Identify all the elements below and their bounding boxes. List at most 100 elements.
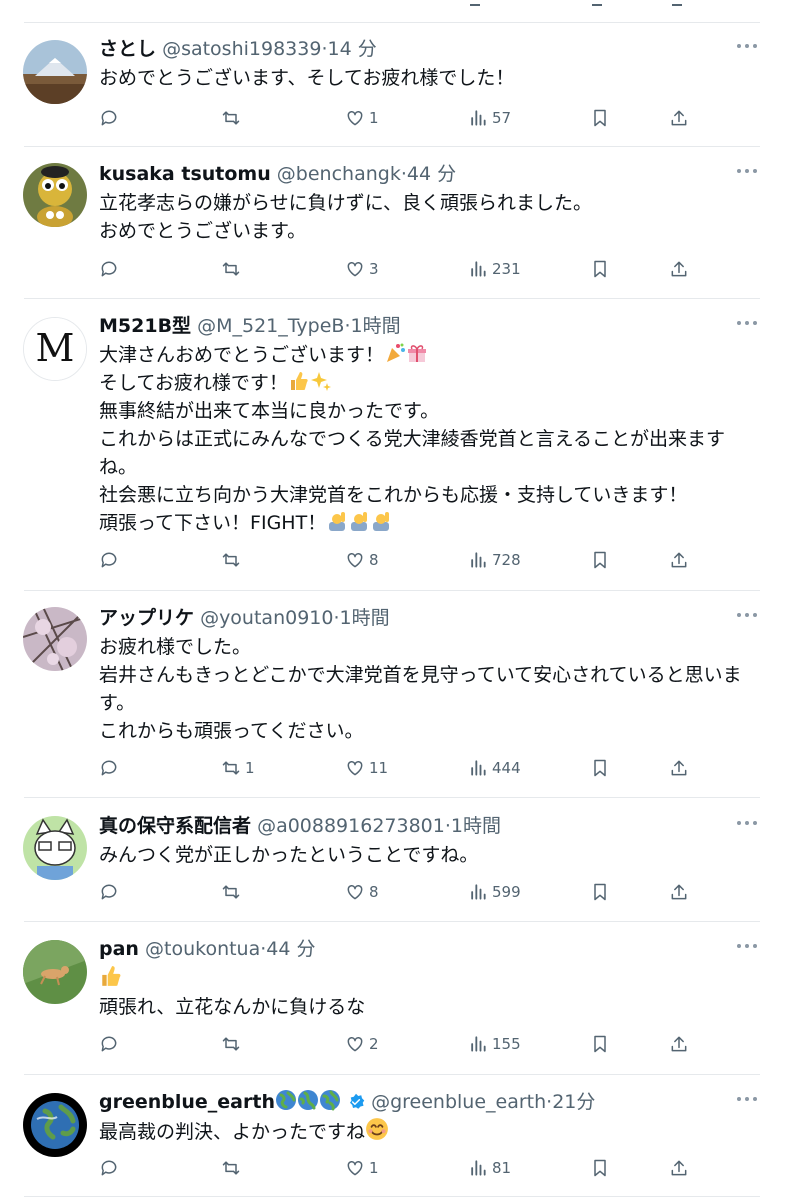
retweet-button[interactable] bbox=[221, 1156, 241, 1180]
display-name[interactable]: アップリケ bbox=[99, 607, 194, 629]
share-button[interactable] bbox=[669, 880, 689, 904]
avatar[interactable]: M bbox=[23, 317, 87, 381]
heart-icon bbox=[347, 110, 363, 126]
bookmark-button[interactable] bbox=[590, 880, 610, 904]
tweet-line-text: 大津さんおめでとうございます！ bbox=[99, 344, 385, 366]
retweet-button[interactable] bbox=[221, 106, 241, 130]
reply-button[interactable] bbox=[99, 257, 119, 281]
more-icon[interactable] bbox=[737, 821, 759, 827]
views-button[interactable]: 231 bbox=[468, 257, 521, 281]
share-button[interactable] bbox=[669, 548, 689, 572]
globe-emoji bbox=[275, 1090, 296, 1110]
raising-hand-emoji bbox=[329, 512, 346, 531]
reply-button[interactable] bbox=[99, 106, 119, 130]
bookmark-icon bbox=[594, 759, 606, 777]
retweet-button[interactable]: 1 bbox=[221, 756, 255, 780]
bookmark-button[interactable] bbox=[590, 106, 610, 130]
timestamp[interactable]: 1時間 bbox=[451, 815, 501, 837]
more-icon[interactable] bbox=[737, 321, 759, 327]
views-button[interactable]: 444 bbox=[468, 756, 521, 780]
like-button[interactable]: 1 bbox=[345, 106, 379, 130]
share-button[interactable] bbox=[669, 1156, 689, 1180]
avatar[interactable] bbox=[23, 40, 87, 104]
reply-button[interactable] bbox=[99, 880, 119, 904]
display-name[interactable]: kusaka tsutomu bbox=[99, 163, 271, 185]
timestamp[interactable]: 21分 bbox=[552, 1091, 595, 1113]
user-handle[interactable]: @M_521_TypeB bbox=[197, 315, 344, 337]
views-button[interactable]: 81 bbox=[468, 1156, 511, 1180]
more-icon[interactable] bbox=[737, 44, 759, 50]
reply-button[interactable] bbox=[99, 1156, 119, 1180]
like-button[interactable]: 11 bbox=[345, 756, 388, 780]
bookmark-button[interactable] bbox=[590, 1156, 610, 1180]
user-handle[interactable]: @satoshi198339 bbox=[162, 38, 321, 60]
user-handle[interactable]: @youtan0910 bbox=[200, 607, 333, 629]
timestamp[interactable]: 44 分 bbox=[266, 938, 315, 960]
divider bbox=[24, 590, 760, 591]
reply-button[interactable] bbox=[99, 756, 119, 780]
views-button[interactable]: 57 bbox=[468, 106, 511, 130]
share-button[interactable] bbox=[669, 1032, 689, 1056]
avatar[interactable] bbox=[23, 940, 87, 1004]
retweet-icon bbox=[222, 1037, 240, 1051]
reply-button[interactable] bbox=[99, 1032, 119, 1056]
share-button[interactable] bbox=[669, 257, 689, 281]
bookmark-button[interactable] bbox=[590, 1032, 610, 1056]
more-icon[interactable] bbox=[737, 944, 759, 950]
retweet-button[interactable] bbox=[221, 548, 241, 572]
more-icon[interactable] bbox=[737, 1097, 759, 1103]
like-button[interactable]: 1 bbox=[345, 1156, 379, 1180]
user-handle[interactable]: @greenblue_earth bbox=[371, 1091, 546, 1113]
timestamp[interactable]: 14 分 bbox=[327, 38, 376, 60]
like-button[interactable]: 3 bbox=[345, 257, 379, 281]
reply-icon bbox=[101, 1160, 117, 1176]
share-button[interactable] bbox=[669, 106, 689, 130]
tweet-line: そしてお疲れ様です！ bbox=[99, 369, 769, 397]
divider bbox=[24, 797, 760, 798]
like-count: 1 bbox=[369, 109, 379, 127]
bookmark-icon bbox=[594, 551, 606, 569]
bookmark-button[interactable] bbox=[590, 756, 610, 780]
share-button[interactable] bbox=[669, 756, 689, 780]
like-button[interactable]: 8 bbox=[345, 880, 379, 904]
reply-icon bbox=[101, 760, 117, 776]
like-button[interactable]: 8 bbox=[345, 548, 379, 572]
retweet-button[interactable] bbox=[221, 1032, 241, 1056]
user-handle[interactable]: @benchangk bbox=[277, 163, 401, 185]
like-count: 2 bbox=[369, 1035, 379, 1053]
avatar[interactable] bbox=[23, 1093, 87, 1157]
views-icon bbox=[471, 1160, 486, 1176]
display-name[interactable]: さとし bbox=[99, 38, 156, 60]
reply-icon bbox=[101, 261, 117, 277]
tweet-line: 頑張って下さい！FIGHT！ bbox=[99, 509, 769, 537]
reply-button[interactable] bbox=[99, 548, 119, 572]
retweet-icon bbox=[222, 761, 240, 775]
display-name[interactable]: M521B型 bbox=[99, 315, 191, 337]
user-handle[interactable]: @toukontua bbox=[145, 938, 260, 960]
views-button[interactable]: 728 bbox=[468, 548, 521, 572]
bookmark-button[interactable] bbox=[590, 548, 610, 572]
clipped-views-icon bbox=[470, 0, 480, 6]
like-button[interactable]: 2 bbox=[345, 1032, 379, 1056]
more-icon[interactable] bbox=[737, 169, 759, 175]
display-name[interactable]: 真の保守系配信者 bbox=[99, 815, 251, 837]
more-icon[interactable] bbox=[737, 613, 759, 619]
timestamp[interactable]: 1時間 bbox=[351, 315, 401, 337]
bookmark-button[interactable] bbox=[590, 257, 610, 281]
avatar[interactable] bbox=[23, 607, 87, 671]
user-handle[interactable]: @a0088916273801 bbox=[257, 815, 445, 837]
views-button[interactable]: 155 bbox=[468, 1032, 521, 1056]
previous-tweet-actions-clipped bbox=[0, 0, 786, 22]
verified-badge-icon bbox=[350, 1093, 365, 1109]
avatar[interactable] bbox=[23, 163, 87, 227]
display-name[interactable]: greenblue_earth bbox=[99, 1091, 275, 1113]
retweet-button[interactable] bbox=[221, 257, 241, 281]
views-button[interactable]: 599 bbox=[468, 880, 521, 904]
display-name[interactable]: pan bbox=[99, 938, 139, 960]
timestamp[interactable]: 44 分 bbox=[407, 163, 456, 185]
timestamp[interactable]: 1時間 bbox=[340, 607, 390, 629]
retweet-button[interactable] bbox=[221, 880, 241, 904]
views-count: 444 bbox=[492, 759, 521, 777]
tweet-text: 大津さんおめでとうございます！ そしてお疲れ様です！ 無事終結が出来て本当に良か… bbox=[99, 341, 769, 537]
avatar[interactable] bbox=[23, 816, 87, 880]
